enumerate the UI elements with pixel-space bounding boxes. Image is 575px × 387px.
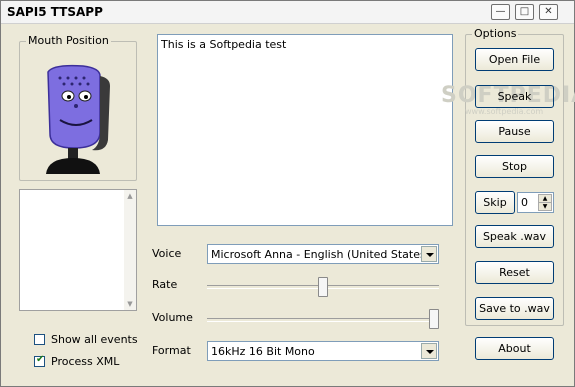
events-scrollbar[interactable]: ▲ ▼ — [124, 190, 136, 310]
events-list[interactable]: ▲ ▼ — [19, 189, 137, 311]
voice-select[interactable]: Microsoft Anna - English (United States) — [207, 244, 439, 264]
maximize-icon[interactable]: □ — [515, 4, 534, 20]
window-title: SAPI5 TTSAPP — [7, 5, 103, 19]
spin-down-icon[interactable]: ▼ — [538, 202, 552, 211]
text-area-value: This is a Softpedia test — [161, 38, 287, 51]
speak-wav-button[interactable]: Speak .wav — [475, 225, 554, 248]
voice-label: Voice — [152, 247, 182, 260]
rate-label: Rate — [152, 278, 178, 291]
show-all-events-label: Show all events — [51, 333, 138, 346]
close-icon[interactable]: ✕ — [539, 4, 558, 20]
microphone-character-icon — [46, 64, 110, 174]
stop-button[interactable]: Stop — [475, 155, 554, 178]
chevron-down-icon[interactable] — [421, 343, 437, 359]
speak-button[interactable]: Speak — [475, 85, 554, 108]
mouth-position-label: Mouth Position — [26, 34, 111, 47]
skip-button[interactable]: Skip — [475, 191, 515, 214]
scroll-down-icon[interactable]: ▼ — [124, 298, 136, 310]
rate-slider-thumb[interactable] — [318, 277, 328, 297]
open-file-button[interactable]: Open File — [475, 48, 554, 71]
volume-label: Volume — [152, 311, 193, 324]
title-bar[interactable]: SAPI5 TTSAPP — □ ✕ — [1, 1, 574, 24]
process-xml-label: Process XML — [51, 355, 120, 368]
options-label: Options — [472, 27, 519, 40]
skip-count-value: 0 — [521, 196, 528, 209]
voice-value: Microsoft Anna - English (United States) — [211, 248, 431, 261]
checkmark-icon: ✔ — [36, 354, 45, 365]
about-button[interactable]: About — [475, 337, 554, 360]
process-xml-checkbox[interactable]: ✔ — [34, 354, 45, 367]
chevron-down-icon[interactable] — [421, 246, 437, 262]
skip-count-input[interactable]: 0 ▲ ▼ — [517, 192, 554, 213]
show-all-events-checkbox[interactable] — [34, 334, 45, 345]
app-window: SAPI5 TTSAPP — □ ✕ Mouth Position ▲ ▼ Sh… — [0, 0, 575, 387]
pause-button[interactable]: Pause — [475, 120, 554, 143]
text-input-area[interactable]: This is a Softpedia test — [157, 34, 453, 226]
watermark-subtext: www.softpedia.com — [465, 107, 544, 116]
format-label: Format — [152, 344, 191, 357]
mouth-position-group: Mouth Position — [19, 34, 137, 181]
minimize-icon[interactable]: — — [491, 4, 510, 20]
scroll-up-icon[interactable]: ▲ — [124, 190, 136, 202]
volume-slider-track[interactable] — [207, 318, 439, 322]
volume-slider-thumb[interactable] — [429, 309, 439, 329]
format-select[interactable]: 16kHz 16 Bit Mono — [207, 341, 439, 361]
save-to-wav-button[interactable]: Save to .wav — [475, 297, 554, 320]
format-value: 16kHz 16 Bit Mono — [211, 345, 315, 358]
reset-button[interactable]: Reset — [475, 261, 554, 284]
